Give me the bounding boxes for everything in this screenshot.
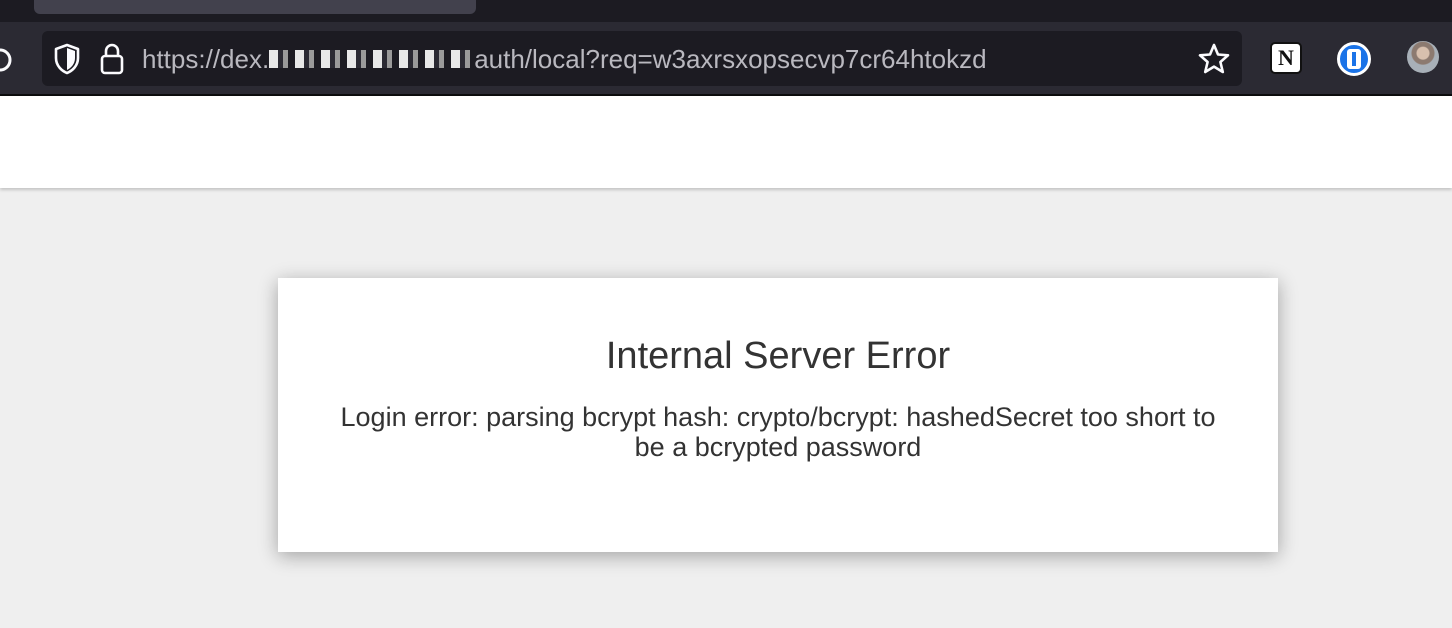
tracking-protection-shield-icon[interactable] (52, 42, 82, 76)
url-text[interactable]: https://dex. auth/local?req=w3axrsxopsecv… (142, 42, 987, 76)
bookmark-star-icon[interactable] (1196, 41, 1232, 77)
error-card: Internal Server Error Login error: parsi… (278, 278, 1278, 552)
reload-icon[interactable] (0, 44, 14, 74)
error-message: Login error: parsing bcrypt hash: crypto… (340, 402, 1216, 462)
browser-chrome: https://dex. auth/local?req=w3axrsxopsecv… (0, 0, 1452, 96)
error-title: Internal Server Error (605, 335, 951, 377)
url-suffix: auth/local?req=w3axrsxopsecvp7cr64htokzd (474, 44, 987, 74)
password-manager-extension-icon[interactable] (1337, 42, 1371, 76)
notion-extension-icon[interactable]: N (1270, 42, 1302, 74)
url-redacted-domain (269, 50, 475, 69)
account-avatar[interactable] (1407, 41, 1439, 73)
lock-icon[interactable] (97, 42, 127, 76)
tab-strip (0, 0, 1452, 22)
browser-tab[interactable] (34, 0, 476, 14)
url-prefix: https://dex. (142, 44, 270, 74)
page-header-bar (0, 96, 1452, 188)
